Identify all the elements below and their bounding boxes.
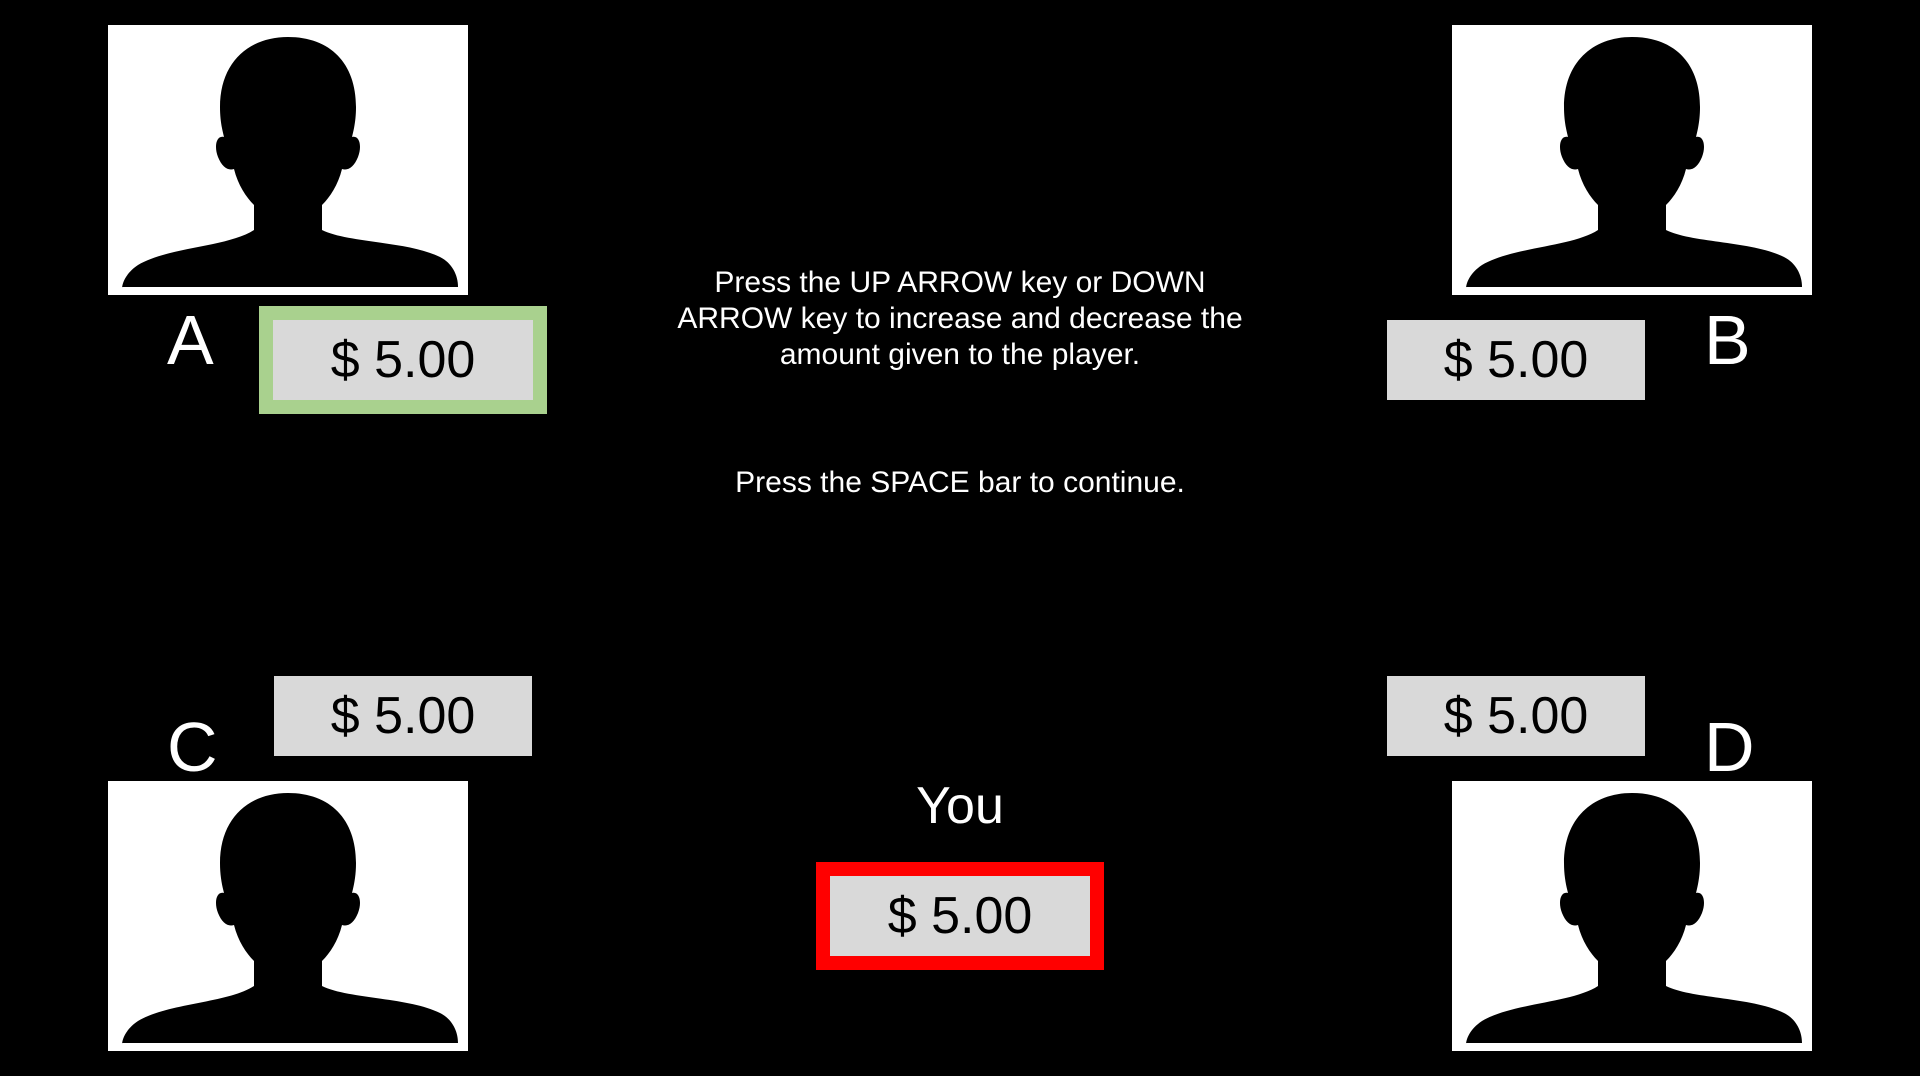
player-b-label: B [1704,301,1751,379]
person-silhouette-icon [122,793,458,1045]
self-label: You [916,777,1004,835]
player-d-amount[interactable]: $ 5.00 [1387,676,1645,756]
player-a-avatar [108,25,468,295]
person-silhouette-icon [1466,793,1802,1045]
game-screen: A $ 5.00 $ 5.00 B Press the UP ARROW key… [0,0,1920,1076]
player-b-avatar [1452,25,1812,295]
player-d-label: D [1704,708,1755,786]
player-a-amount[interactable]: $ 5.00 [259,306,547,414]
player-c-label: C [167,708,218,786]
player-c-amount[interactable]: $ 5.00 [274,676,532,756]
player-b-amount[interactable]: $ 5.00 [1387,320,1645,400]
player-a-label: A [167,301,214,379]
self-amount: $ 5.00 [816,862,1104,970]
adjust-instructions: Press the UP ARROW key or DOWN ARROW key… [677,266,1243,371]
person-silhouette-icon [122,37,458,289]
person-silhouette-icon [1466,37,1802,289]
continue-instructions: Press the SPACE bar to continue. [735,466,1185,499]
player-c-avatar [108,781,468,1051]
player-d-avatar [1452,781,1812,1051]
